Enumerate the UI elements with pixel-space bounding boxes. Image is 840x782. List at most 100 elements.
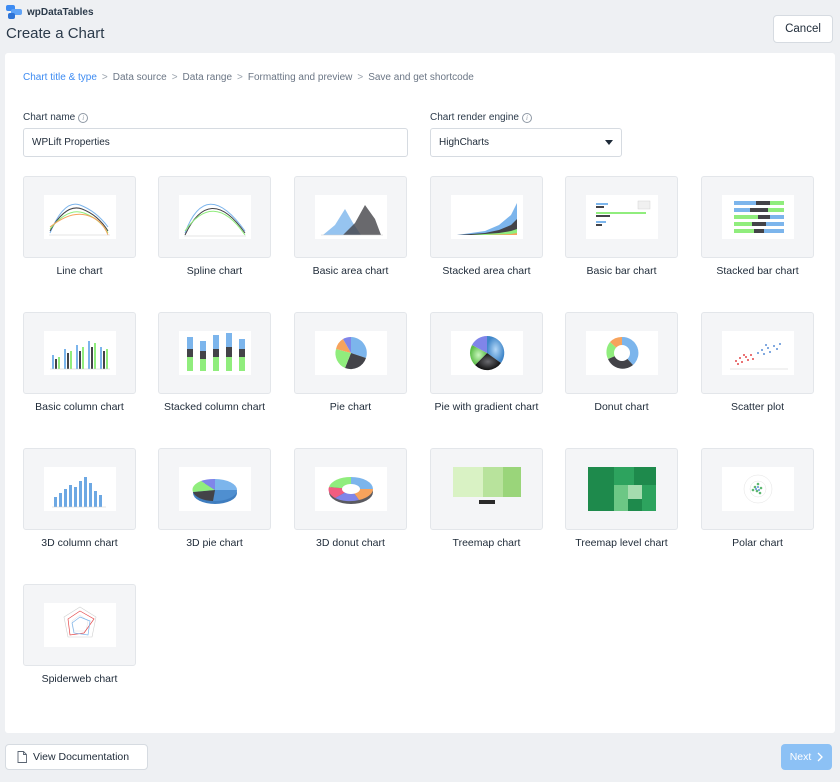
spiderweb-chart-icon (43, 603, 116, 647)
step-chart-title-type[interactable]: Chart title & type (23, 72, 97, 83)
chart-type-label: Stacked column chart (164, 401, 265, 413)
treemap-chart-icon (450, 467, 523, 511)
render-engine-value: HighCharts (439, 137, 490, 148)
chart-type-label: Pie with gradient chart (434, 401, 539, 413)
stacked-column-chart-icon (178, 331, 251, 375)
gradient-pie-chart-icon (450, 331, 523, 375)
wizard-steps: Chart title & type > Data source > Data … (23, 72, 474, 83)
brand-name: wpDataTables (27, 6, 94, 18)
scatter-plot-icon (721, 331, 794, 375)
chart-type-label: Spiderweb chart (41, 673, 118, 685)
chart-type-label: Polar chart (732, 537, 783, 549)
3d-donut-chart-icon (314, 467, 387, 511)
area-chart-thumbnail (294, 176, 407, 258)
gradient-pie-chart-thumbnail (430, 312, 543, 394)
donut-chart-icon (585, 331, 658, 375)
step-save-shortcode[interactable]: Save and get shortcode (368, 72, 474, 83)
spiderweb-chart-thumbnail (23, 584, 136, 666)
next-button[interactable]: Next (781, 744, 832, 770)
stacked-area-chart-thumbnail (430, 176, 543, 258)
step-separator-icon: > (171, 72, 178, 83)
chart-type-scatter[interactable]: Scatter plot (701, 312, 814, 413)
step-separator-icon: > (101, 72, 108, 83)
document-icon (17, 751, 27, 763)
info-icon[interactable]: i (78, 112, 89, 123)
chart-type-label: Donut chart (594, 401, 649, 413)
step-data-range[interactable]: Data range (183, 72, 232, 83)
chart-name-label: Chart name i (23, 112, 89, 123)
caret-down-icon (605, 140, 613, 145)
chart-type-basic-column[interactable]: Basic column chart (23, 312, 136, 413)
chart-type-spline[interactable]: Spline chart (158, 176, 271, 277)
chart-type-label: Treemap chart (452, 537, 521, 549)
chart-type-donut[interactable]: Donut chart (565, 312, 678, 413)
chart-type-stacked-column[interactable]: Stacked column chart (158, 312, 271, 413)
line-chart-thumbnail (23, 176, 136, 258)
stacked-bar-chart-thumbnail (701, 176, 814, 258)
bar-chart-thumbnail (565, 176, 678, 258)
spline-chart-icon (178, 195, 251, 239)
view-documentation-label: View Documentation (33, 751, 130, 763)
view-documentation-button[interactable]: View Documentation (5, 744, 148, 770)
chart-type-label: 3D column chart (41, 537, 118, 549)
chart-name-label-text: Chart name (23, 112, 76, 123)
next-label: Next (789, 751, 812, 763)
treemap-level-chart-thumbnail (565, 448, 678, 530)
chart-type-polar[interactable]: Polar chart (701, 448, 814, 549)
donut-chart-thumbnail (565, 312, 678, 394)
chart-type-stacked-area[interactable]: Stacked area chart (430, 176, 543, 277)
wpdatatables-logo-icon (6, 5, 22, 19)
chart-type-label: Stacked area chart (442, 265, 531, 277)
chart-name-input[interactable] (23, 128, 408, 157)
chart-type-label: Basic bar chart (586, 265, 657, 277)
chart-type-label: Scatter plot (730, 401, 785, 413)
pie-chart-thumbnail (294, 312, 407, 394)
chart-type-line[interactable]: Line chart (23, 176, 136, 277)
chart-type-label: Treemap level chart (575, 537, 668, 549)
chart-type-label: Stacked bar chart (716, 265, 799, 277)
3d-pie-chart-thumbnail (158, 448, 271, 530)
3d-column-chart-thumbnail (23, 448, 136, 530)
top-bar: wpDataTables Create a Chart Cancel (0, 0, 840, 52)
chart-type-basic-area[interactable]: Basic area chart (294, 176, 407, 277)
chart-type-label: Spline chart (186, 265, 243, 277)
step-formatting-preview[interactable]: Formatting and preview (248, 72, 353, 83)
render-engine-select[interactable]: HighCharts (430, 128, 622, 157)
chart-type-pie-gradient[interactable]: Pie with gradient chart (430, 312, 543, 413)
chart-type-treemap[interactable]: Treemap chart (430, 448, 543, 549)
chart-type-treemap-level[interactable]: Treemap level chart (565, 448, 678, 549)
chart-type-stacked-bar[interactable]: Stacked bar chart (701, 176, 814, 277)
spline-chart-thumbnail (158, 176, 271, 258)
treemap-level-chart-icon (585, 467, 658, 511)
3d-donut-chart-thumbnail (294, 448, 407, 530)
column-chart-icon (43, 331, 116, 375)
chart-type-spiderweb[interactable]: Spiderweb chart (23, 584, 136, 685)
chart-type-basic-bar[interactable]: Basic bar chart (565, 176, 678, 277)
chart-type-3d-donut[interactable]: 3D donut chart (294, 448, 407, 549)
area-chart-icon (314, 195, 387, 239)
chart-type-label: Pie chart (329, 401, 372, 413)
chart-type-label: Line chart (56, 265, 103, 277)
chart-type-3d-pie[interactable]: 3D pie chart (158, 448, 271, 549)
info-icon[interactable]: i (521, 112, 532, 123)
page-title: Create a Chart (6, 25, 105, 42)
chart-type-label: 3D pie chart (186, 537, 243, 549)
render-engine-label: Chart render engine i (430, 112, 532, 123)
cancel-button[interactable]: Cancel (773, 15, 833, 43)
step-separator-icon: > (237, 72, 243, 83)
polar-chart-thumbnail (701, 448, 814, 530)
stacked-bar-chart-icon (721, 195, 794, 239)
chart-type-label: Basic column chart (35, 401, 124, 413)
bar-chart-icon (585, 195, 658, 239)
chart-type-pie[interactable]: Pie chart (294, 312, 407, 413)
polar-chart-icon (721, 467, 794, 511)
step-data-source[interactable]: Data source (113, 72, 167, 83)
chevron-right-icon (817, 752, 824, 762)
brand: wpDataTables (6, 5, 94, 19)
chart-type-3d-column[interactable]: 3D column chart (23, 448, 136, 549)
render-engine-label-text: Chart render engine (430, 112, 519, 123)
stacked-column-chart-thumbnail (158, 312, 271, 394)
chart-type-label: 3D donut chart (316, 537, 385, 549)
step-separator-icon: > (357, 72, 364, 83)
3d-column-chart-icon (43, 467, 116, 511)
